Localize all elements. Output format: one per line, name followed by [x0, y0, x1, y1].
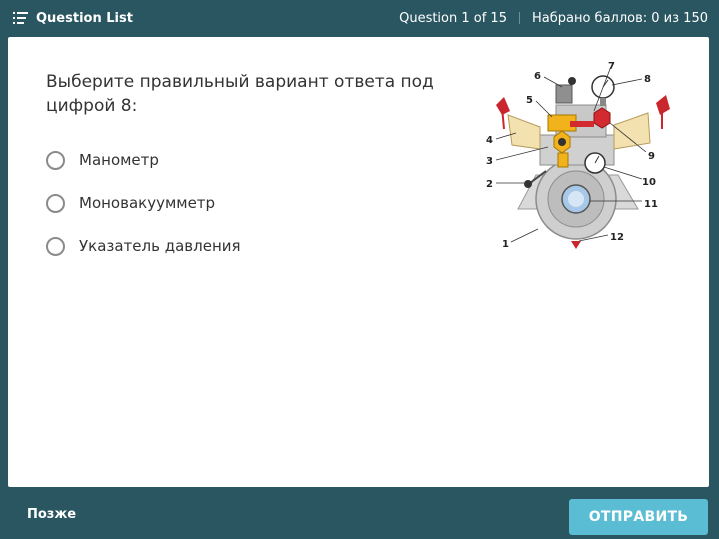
- callout-8: 8: [644, 74, 651, 85]
- radio-button[interactable]: [46, 193, 65, 213]
- question-list-button[interactable]: Question List: [13, 9, 133, 27]
- answer-option-2[interactable]: Моновакуумметр: [46, 191, 241, 215]
- callout-1: 1: [502, 239, 509, 249]
- callout-4: 4: [486, 135, 493, 146]
- callout-3: 3: [486, 156, 493, 167]
- callout-12: 12: [610, 232, 624, 243]
- score-text: Набрано баллов: 0 из 150: [531, 10, 708, 26]
- top-bar: Question List Question 1 of 15 Набрано б…: [0, 0, 719, 37]
- callout-7: 7: [608, 61, 615, 72]
- bottom-bar: Позже ОТПРАВИТЬ: [0, 487, 719, 539]
- callout-9: 9: [648, 151, 655, 162]
- radio-button[interactable]: [46, 236, 65, 256]
- callout-2: 2: [486, 179, 493, 190]
- answer-options: Манометр Моновакуумметр Указатель давлен…: [46, 148, 241, 277]
- question-list-label: Question List: [36, 10, 133, 26]
- option-label: Моновакуумметр: [79, 194, 216, 212]
- callout-5: 5: [526, 95, 533, 106]
- option-label: Манометр: [79, 151, 159, 169]
- submit-button[interactable]: ОТПРАВИТЬ: [569, 499, 708, 535]
- callout-11: 11: [644, 199, 658, 210]
- list-icon: [13, 12, 28, 24]
- question-card: Выберите правильный вариант ответа под ц…: [8, 37, 709, 487]
- callout-6: 6: [534, 71, 541, 82]
- callout-10: 10: [642, 177, 656, 188]
- option-label: Указатель давления: [79, 237, 241, 255]
- answer-option-3[interactable]: Указатель давления: [46, 234, 241, 258]
- radio-button[interactable]: [46, 150, 65, 170]
- later-button[interactable]: Позже: [27, 507, 76, 522]
- header-status: Question 1 of 15 Набрано баллов: 0 из 15…: [399, 9, 708, 27]
- question-text: Выберите правильный вариант ответа под ц…: [46, 72, 434, 116]
- header-divider: [518, 12, 520, 24]
- pump-diagram: 1 2 3 4 5 6 7 8 9 10 11 12: [486, 61, 670, 249]
- question-progress: Question 1 of 15: [399, 10, 507, 26]
- answer-option-1[interactable]: Манометр: [46, 148, 241, 172]
